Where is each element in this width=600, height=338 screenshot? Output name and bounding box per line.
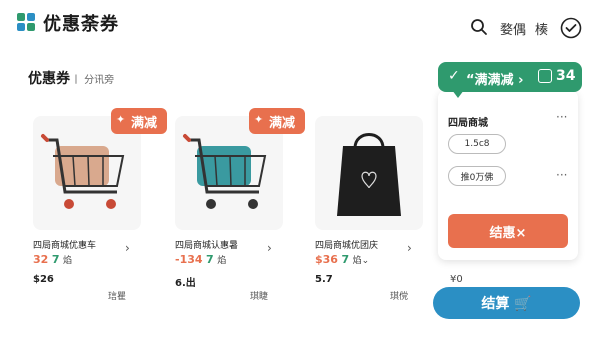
banner-pointer xyxy=(452,90,464,98)
product-action[interactable]: 琂瞿 xyxy=(108,289,126,302)
nav-link-a[interactable]: 婺偶 xyxy=(500,19,526,38)
discount-banner[interactable]: ✓ “满满减 › 34 xyxy=(438,62,582,98)
discount-tag: ✦ 满减 xyxy=(111,108,167,134)
discount-tag: ✦ 满减 xyxy=(249,108,305,134)
product-name: 四局商城优惠车 xyxy=(33,241,97,251)
coupon-option[interactable]: 推0万佛 xyxy=(448,166,506,186)
chevron-right-icon[interactable]: › xyxy=(407,241,412,255)
nav-link-b[interactable]: 楱 xyxy=(535,19,548,38)
coupon-panel: 四局商城 ··· 1.5c8 推0万佛 ··· 结惠× xyxy=(438,90,578,260)
logo-icon xyxy=(17,13,37,33)
chevron-right-icon[interactable]: › xyxy=(267,241,272,255)
product-name: 四局商城优团庆 xyxy=(315,241,379,251)
more-dots-icon[interactable]: ··· xyxy=(556,110,567,124)
search-icon[interactable] xyxy=(470,18,488,36)
product-action[interactable]: 琪睫 xyxy=(250,289,268,302)
product-action[interactable]: 琪傥 xyxy=(390,289,408,302)
top-bar: 优惠荼券 婺偶 楱 xyxy=(0,0,600,50)
product-subprice: 6.出 xyxy=(175,278,196,289)
coupon-face-icon xyxy=(538,69,552,83)
product-card[interactable]: 四局商城优团庆 › $36 7 焰⌄ 5.7 琪傥 xyxy=(315,108,441,302)
product-price: -134 7 焰 xyxy=(175,253,227,266)
product-price: $36 7 焰⌄ xyxy=(315,253,370,266)
apply-coupon-button[interactable]: 结惠× xyxy=(448,214,568,248)
coupon-option[interactable]: 1.5c8 xyxy=(448,134,506,154)
app-title: 优惠荼券 xyxy=(43,14,119,35)
section-subtitle[interactable]: 丨 分讯旁 xyxy=(71,71,114,86)
product-image xyxy=(315,116,423,230)
product-subprice: 5.7 xyxy=(315,274,333,285)
section-title: 优惠券 xyxy=(28,71,70,87)
coupon-count: 34 xyxy=(556,68,576,84)
product-name: 四局商城认惠暑 xyxy=(175,241,239,251)
product-card[interactable]: ✦ 满减 四局商城优惠车 › 32 7 焰 $26 琂瞿 xyxy=(33,108,167,302)
handbag-icon xyxy=(337,133,401,216)
product-card[interactable]: ✦ 满减 四局商城认惠暑 › -134 7 焰 6.出 琪睫 xyxy=(175,108,305,302)
total-amount: ¥0 xyxy=(450,274,463,285)
product-price: 32 7 焰 xyxy=(33,253,72,266)
check-icon: ✓ xyxy=(448,68,460,84)
product-subprice: $26 xyxy=(33,274,54,285)
more-dots-icon[interactable]: ··· xyxy=(556,168,567,182)
chevron-right-icon[interactable]: › xyxy=(125,241,130,255)
banner-text: “满满减 › xyxy=(466,73,524,88)
panel-title: 四局商城 xyxy=(448,118,488,129)
check-circle-icon[interactable] xyxy=(560,17,582,39)
checkout-button[interactable]: 结算 🛒 xyxy=(433,287,580,319)
